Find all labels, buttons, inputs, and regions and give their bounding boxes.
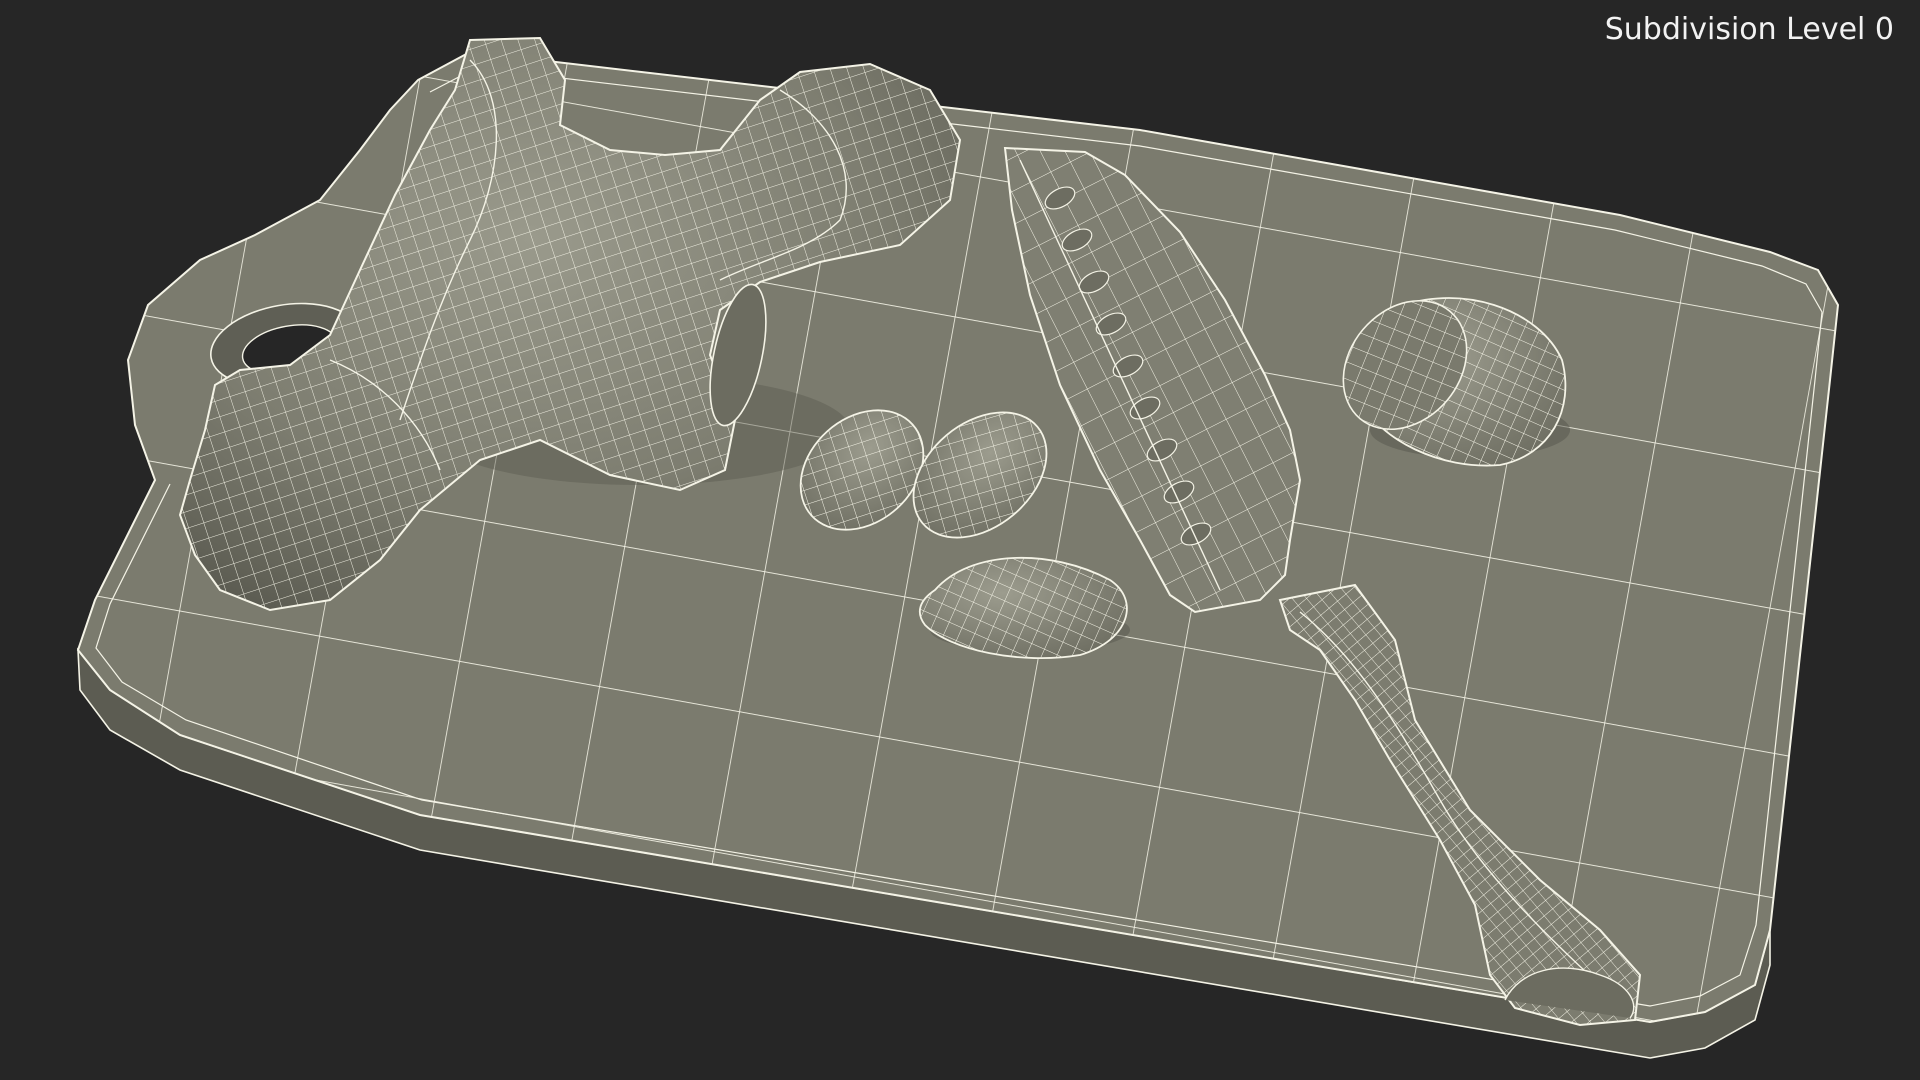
subdivision-level-label: Subdivision Level 0 [1604, 12, 1894, 47]
3d-viewport[interactable]: Subdivision Level 0 [0, 0, 1920, 1080]
scene-render [76, 36, 1840, 1059]
